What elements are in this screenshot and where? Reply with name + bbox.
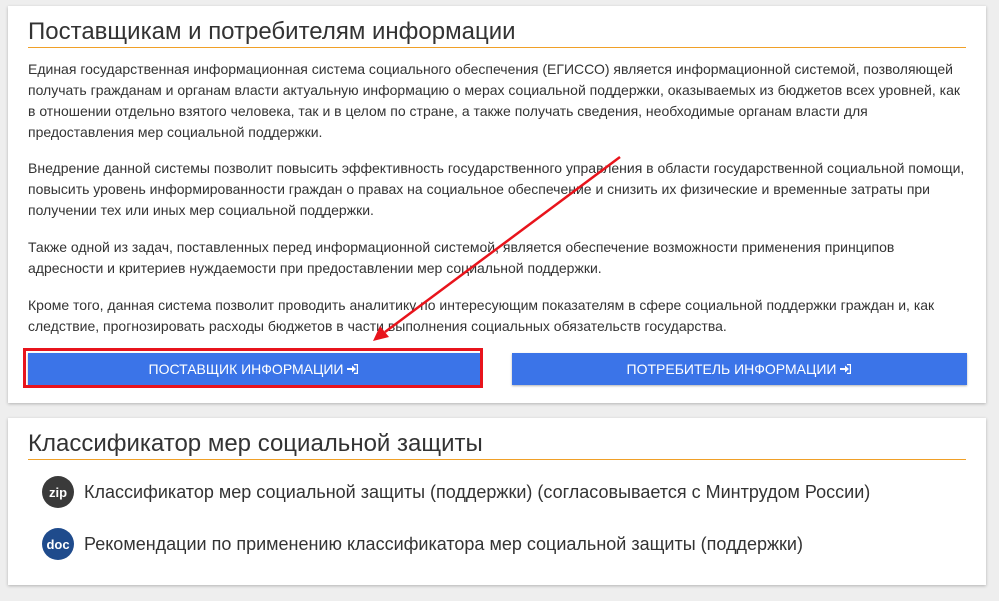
tasks-paragraph: Также одной из задач, поставленных перед… xyxy=(28,239,895,276)
consumer-button[interactable]: ПОТРЕБИТЕЛЬ ИНФОРМАЦИИ xyxy=(512,353,967,385)
zip-file-icon: zip xyxy=(42,476,74,508)
consumer-button-label: ПОТРЕБИТЕЛЬ ИНФОРМАЦИИ xyxy=(626,361,837,377)
document-item[interactable]: zip Классификатор мер социальной защиты … xyxy=(42,476,870,508)
sign-in-icon xyxy=(347,363,359,375)
classifier-card: Классификатор мер социальной защиты zip … xyxy=(8,418,986,585)
analytics-paragraph: Кроме того, данная система позволит пров… xyxy=(28,297,935,334)
sign-in-icon xyxy=(840,363,852,375)
section-title: Классификатор мер социальной защиты xyxy=(28,430,966,460)
section-title: Поставщикам и потребителям информации xyxy=(28,18,966,48)
doc-file-icon: doc xyxy=(42,528,74,560)
benefits-paragraph: Внедрение данной системы позволит повыси… xyxy=(28,160,965,218)
document-link[interactable]: Рекомендации по применению классификатор… xyxy=(84,534,803,555)
supplier-button[interactable]: ПОСТАВЩИК ИНФОРМАЦИИ xyxy=(28,353,480,385)
supplier-button-label: ПОСТАВЩИК ИНФОРМАЦИИ xyxy=(148,361,344,377)
intro-paragraph: Единая государственная информационная си… xyxy=(28,61,961,140)
info-card: Поставщикам и потребителям информации Ед… xyxy=(8,6,986,403)
document-item[interactable]: doc Рекомендации по применению классифик… xyxy=(42,528,803,560)
document-link[interactable]: Классификатор мер социальной защиты (под… xyxy=(84,482,870,503)
